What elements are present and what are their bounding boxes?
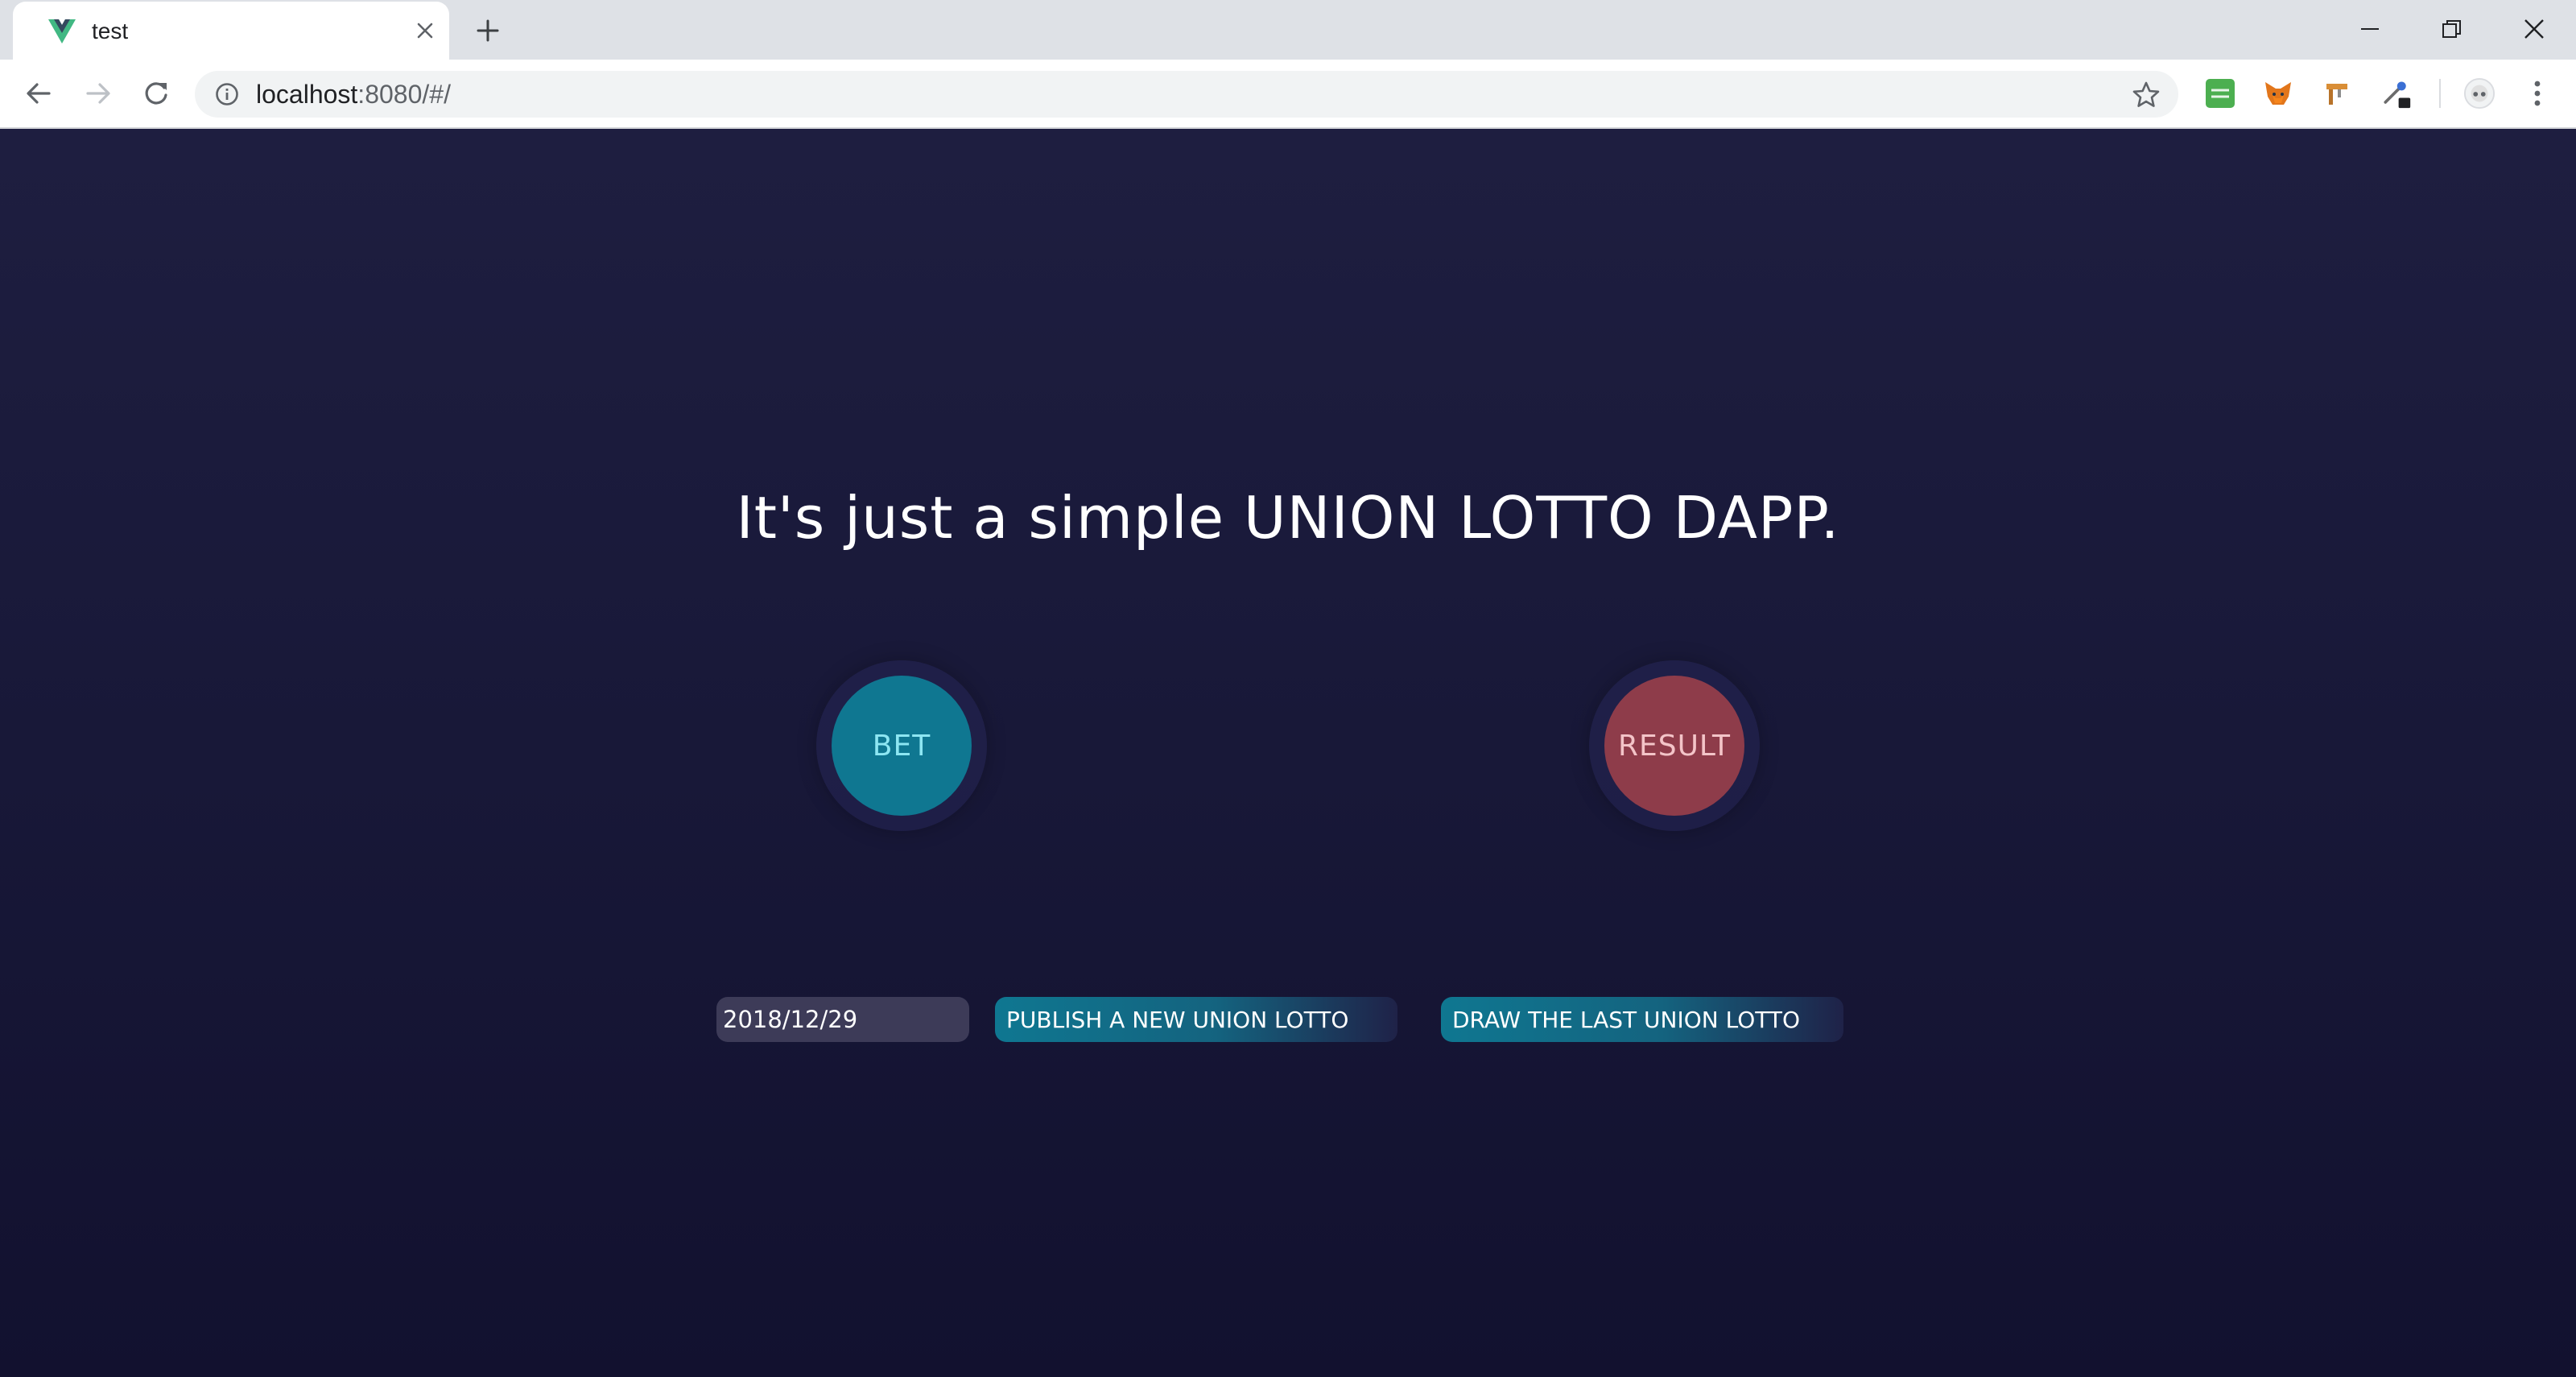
toolbar-separator — [2439, 79, 2441, 108]
more-vertical-icon — [2534, 81, 2541, 106]
restore-icon — [2442, 20, 2461, 38]
reload-button[interactable] — [135, 72, 177, 114]
page-title: It's just a simple UNION LOTTO DAPP. — [736, 484, 1840, 552]
reload-icon — [145, 82, 167, 105]
address-bar[interactable]: localhost:8080/#/ — [195, 71, 2178, 118]
result-button-halo: RESULT — [1589, 660, 1760, 831]
metamask-fox-icon — [2265, 82, 2291, 105]
page-content: It's just a simple UNION LOTTO DAPP. BET… — [0, 129, 2576, 1377]
vue-logo-icon — [48, 19, 76, 43]
browser-tab[interactable]: test — [13, 2, 449, 60]
eyedropper-extension-button[interactable] — [2380, 77, 2412, 110]
arrow-left-icon — [27, 83, 51, 104]
eyedropper-extension-icon — [2384, 81, 2411, 109]
cors-extension-button[interactable] — [2204, 77, 2236, 110]
profile-button[interactable] — [2463, 77, 2496, 110]
extension-button[interactable] — [2322, 77, 2354, 110]
tab-title: test — [92, 19, 129, 43]
info-icon[interactable] — [214, 81, 240, 107]
profile-avatar-icon — [2463, 77, 2496, 110]
restore-button[interactable] — [2429, 8, 2475, 50]
close-window-button[interactable] — [2512, 8, 2557, 50]
new-tab-button[interactable] — [470, 13, 506, 48]
url-host: localhost — [256, 80, 358, 109]
browser-menu-button[interactable] — [2521, 77, 2553, 110]
browser-toolbar: localhost:8080/#/ — [0, 60, 2576, 129]
back-button[interactable] — [18, 72, 60, 114]
draw-lotto-button[interactable]: DRAW THE LAST UNION LOTTO — [1441, 997, 1843, 1042]
url-text: localhost:8080/#/ — [256, 78, 451, 110]
minimize-icon — [2361, 28, 2379, 30]
browser-tabstrip: test — [0, 0, 2576, 60]
result-button[interactable]: RESULT — [1604, 676, 1744, 816]
extension-icon — [2326, 84, 2347, 105]
cors-extension-icon — [2206, 79, 2235, 108]
forward-button[interactable] — [77, 72, 119, 114]
bet-button-halo: BET — [816, 660, 987, 831]
metamask-extension-button[interactable] — [2262, 77, 2294, 110]
url-rest: :8080/#/ — [357, 80, 451, 109]
arrow-right-icon — [86, 83, 110, 104]
star-icon[interactable] — [2132, 81, 2161, 110]
bet-button[interactable]: BET — [832, 676, 972, 816]
publish-lotto-button[interactable]: PUBLISH A NEW UNION LOTTO — [995, 997, 1397, 1042]
plus-icon — [477, 19, 499, 42]
tab-close-button[interactable] — [412, 18, 438, 43]
close-icon — [417, 23, 433, 39]
minimize-button[interactable] — [2347, 8, 2392, 50]
date-input[interactable] — [716, 997, 969, 1042]
close-icon — [2524, 19, 2544, 39]
